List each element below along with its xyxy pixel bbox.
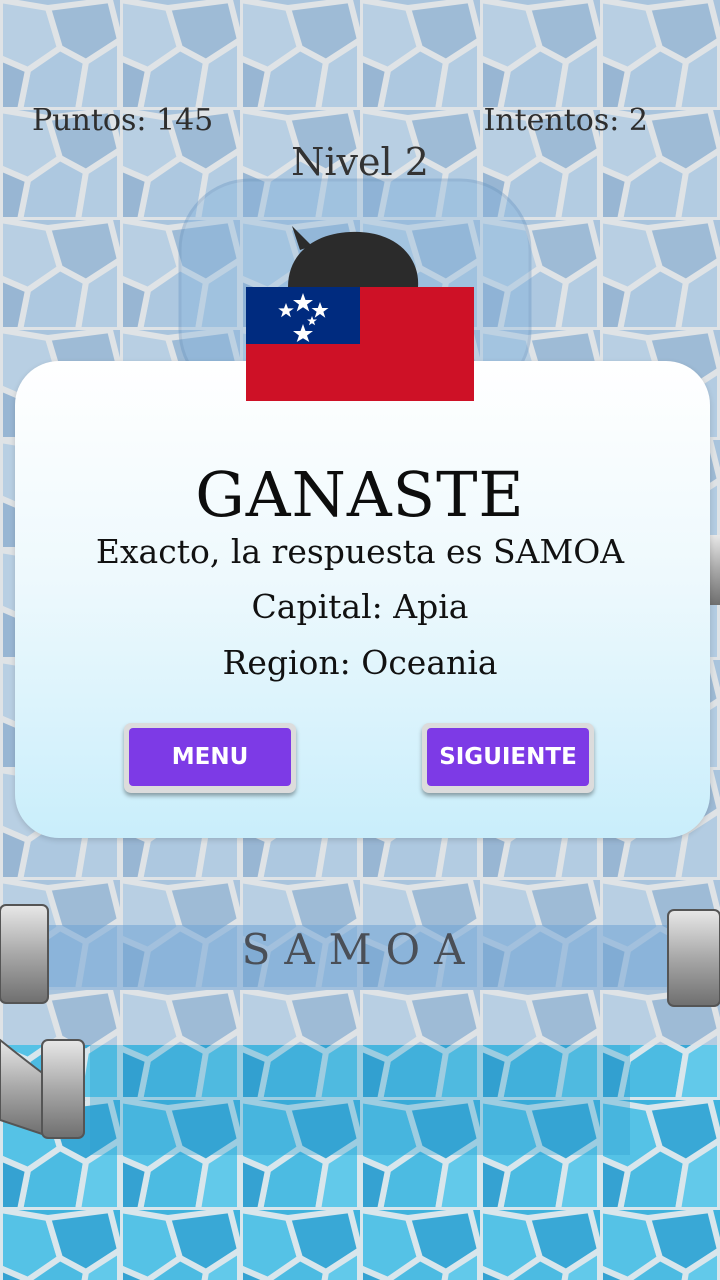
level-label: Nivel 2 — [291, 140, 429, 184]
next-button-label: SIGUIENTE — [427, 728, 589, 786]
samoa-flag-icon — [246, 287, 474, 401]
result-message: Exacto, la respuesta es SAMOA — [95, 532, 625, 571]
menu-button-label: MENU — [129, 728, 291, 786]
region-info: Region: Oceania — [222, 643, 498, 682]
menu-button[interactable]: MENU — [124, 723, 296, 793]
next-button[interactable]: SIGUIENTE — [422, 723, 594, 793]
score-label: Puntos: 145 — [32, 103, 214, 138]
attempts-label: Intentos: 2 — [483, 103, 648, 138]
result-title: GANASTE — [195, 458, 525, 531]
answer-word: SAMOA — [241, 925, 479, 974]
capital-info: Capital: Apia — [251, 587, 469, 626]
